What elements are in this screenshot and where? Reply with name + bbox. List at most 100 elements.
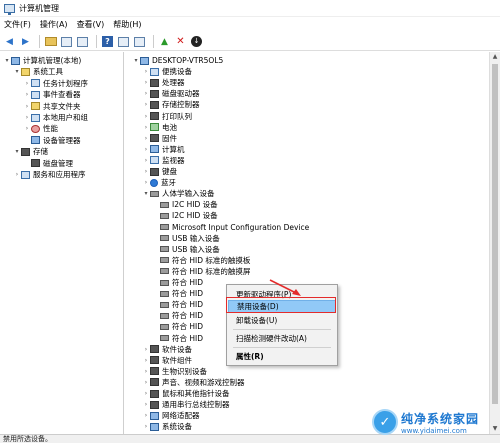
device-item-row[interactable]: › 固件: [142, 133, 177, 144]
device-item-row[interactable]: › 电池: [142, 122, 177, 133]
expand-chevron-icon[interactable]: ›: [142, 157, 150, 164]
expand-chevron-icon[interactable]: ›: [142, 346, 150, 353]
forward-arrow-icon[interactable]: ▶: [19, 35, 32, 48]
device-item-row[interactable]: › 磁盘驱动器: [142, 88, 200, 99]
nav-item-row[interactable]: › 事件查看器: [23, 89, 81, 100]
expand-chevron-icon[interactable]: ›: [142, 101, 150, 108]
nav-item-row[interactable]: 磁盘管理: [23, 158, 73, 169]
expand-chevron-icon[interactable]: ›: [23, 125, 31, 132]
expand-chevron-icon[interactable]: ›: [142, 124, 150, 131]
monitor-icon[interactable]: [133, 35, 146, 48]
update-driver-icon[interactable]: ▲: [158, 35, 171, 48]
expand-chevron-icon[interactable]: ▾: [132, 57, 140, 64]
expand-chevron-icon[interactable]: ›: [142, 412, 150, 419]
device-item-row[interactable]: › 生物识别设备: [142, 366, 207, 377]
expand-chevron-icon[interactable]: ›: [142, 146, 150, 153]
device-item-row[interactable]: › 通用串行总线控制器: [142, 399, 230, 410]
navigation-tree[interactable]: ▾ 计算机管理(本地) ▾ 系统工具 › 任务计划程序 › 事件查看器 › 共享文件夹 › 本地用户和…: [0, 52, 124, 434]
nav-item-row[interactable]: ▾ 计算机管理(本地): [3, 55, 81, 66]
nav-item-row[interactable]: › 性能: [23, 123, 58, 134]
device-item-row[interactable]: Microsoft Input Configuration Device: [152, 222, 309, 233]
device-item-row[interactable]: 符合 HID: [152, 310, 203, 321]
device-item-row[interactable]: 符合 HID: [152, 321, 203, 332]
device-item-row[interactable]: 符合 HID: [152, 299, 203, 310]
device-item-label: USB 输入设备: [172, 244, 220, 254]
menu-action[interactable]: 操作(A): [40, 19, 68, 30]
device-item-row[interactable]: 符合 HID: [152, 333, 203, 344]
menu-uninstall-device[interactable]: 卸载设备(U): [228, 314, 336, 327]
device-item-row[interactable]: › 蓝牙: [142, 177, 176, 188]
device-item-row[interactable]: › 声音、视频和游戏控制器: [142, 377, 245, 388]
expand-chevron-icon[interactable]: ›: [142, 113, 150, 120]
expand-chevron-icon[interactable]: ›: [13, 171, 21, 178]
menu-view[interactable]: 查看(V): [77, 19, 105, 30]
device-item-row[interactable]: › 计算机: [142, 144, 185, 155]
expand-chevron-icon[interactable]: ›: [23, 80, 31, 87]
nav-item-row[interactable]: › 共享文件夹: [23, 101, 81, 112]
device-item-row[interactable]: › 便携设备: [142, 66, 192, 77]
menu-scan-hardware[interactable]: 扫描检测硬件改动(A): [228, 332, 336, 345]
expand-chevron-icon[interactable]: ›: [142, 68, 150, 75]
device-item-row[interactable]: 符合 HID: [152, 288, 203, 299]
expand-chevron-icon[interactable]: ›: [142, 390, 150, 397]
device-item-row[interactable]: I2C HID 设备: [152, 210, 218, 221]
expand-chevron-icon[interactable]: ›: [142, 357, 150, 364]
expand-chevron-icon[interactable]: ▾: [13, 148, 21, 155]
console-icon[interactable]: [60, 35, 73, 48]
device-item-row[interactable]: › 监视器: [142, 155, 185, 166]
help-icon[interactable]: ?: [101, 35, 114, 48]
expand-chevron-icon[interactable]: ›: [142, 379, 150, 386]
expand-chevron-icon[interactable]: ›: [142, 90, 150, 97]
device-item-label: 键盘: [162, 167, 177, 176]
expand-chevron-icon[interactable]: ▾: [13, 68, 21, 75]
nav-item-row[interactable]: › 本地用户和组: [23, 112, 88, 123]
nav-item-row[interactable]: › 任务计划程序: [23, 78, 88, 89]
expand-chevron-icon[interactable]: ›: [142, 368, 150, 375]
menu-properties[interactable]: 属性(R): [228, 350, 336, 363]
device-item-row[interactable]: › 网络适配器: [142, 410, 200, 421]
device-item-row[interactable]: › 键盘: [142, 166, 177, 177]
expand-chevron-icon[interactable]: ›: [23, 103, 31, 110]
device-item-row[interactable]: › 存储控制器: [142, 99, 200, 110]
export-icon[interactable]: [76, 35, 89, 48]
device-item-row[interactable]: ▾ DESKTOP-VTR5OL5: [132, 55, 223, 66]
download-icon[interactable]: ↓: [190, 35, 203, 48]
expand-chevron-icon[interactable]: ›: [142, 79, 150, 86]
uninstall-x-icon[interactable]: ✕: [174, 35, 187, 48]
scrollbar-thumb[interactable]: [492, 64, 498, 404]
expand-chevron-icon[interactable]: ›: [23, 114, 31, 121]
menu-file[interactable]: 文件(F): [4, 19, 31, 30]
device-item-row[interactable]: 符合 HID 标准的触摸屏: [152, 266, 250, 277]
device-item-row[interactable]: ▾ 人体学输入设备: [142, 188, 214, 199]
expand-chevron-icon[interactable]: ›: [142, 401, 150, 408]
expand-chevron-icon[interactable]: ▾: [142, 190, 150, 197]
device-item-row[interactable]: I2C HID 设备: [152, 199, 218, 210]
expand-chevron-icon[interactable]: ›: [142, 168, 150, 175]
vertical-scrollbar[interactable]: ▲ ▼: [489, 52, 500, 434]
device-item-row[interactable]: › 鼠标和其他指针设备: [142, 388, 230, 399]
device-item-row[interactable]: › 处理器: [142, 77, 185, 88]
device-item-row[interactable]: › 软件组件: [142, 355, 192, 366]
device-item-row[interactable]: USB 输入设备: [152, 233, 220, 244]
expand-chevron-icon[interactable]: ›: [142, 179, 150, 186]
device-item-row[interactable]: › 系统设备: [142, 421, 192, 432]
nav-item-row[interactable]: ▾ 系统工具: [13, 66, 63, 77]
nav-item-row[interactable]: ▾ 存储: [13, 146, 48, 157]
menu-help[interactable]: 帮助(H): [113, 19, 141, 30]
scroll-up-icon[interactable]: ▲: [490, 52, 500, 62]
back-arrow-icon[interactable]: ◀: [3, 35, 16, 48]
expand-chevron-icon[interactable]: ›: [23, 91, 31, 98]
device-item-row[interactable]: 符合 HID: [152, 277, 203, 288]
device-item-row[interactable]: USB 输入设备: [152, 244, 220, 255]
device-item-row[interactable]: 符合 HID 标准的触摸板: [152, 255, 250, 266]
device-item-row[interactable]: › 打印队列: [142, 111, 192, 122]
expand-chevron-icon[interactable]: ›: [142, 423, 150, 430]
nav-item-row[interactable]: 设备管理器: [23, 135, 81, 146]
expand-chevron-icon[interactable]: ›: [142, 135, 150, 142]
expand-chevron-icon[interactable]: ▾: [3, 57, 11, 64]
up-folder-icon[interactable]: [44, 35, 57, 48]
device-item-row[interactable]: › 软件设备: [142, 344, 192, 355]
view-icon[interactable]: [117, 35, 130, 48]
device-tree[interactable]: ▾ DESKTOP-VTR5OL5 › 便携设备 › 处理器 › 磁盘驱动器 › 存储控制器 › 打印…: [128, 52, 488, 434]
nav-item-row[interactable]: › 服务和应用程序: [13, 169, 86, 180]
